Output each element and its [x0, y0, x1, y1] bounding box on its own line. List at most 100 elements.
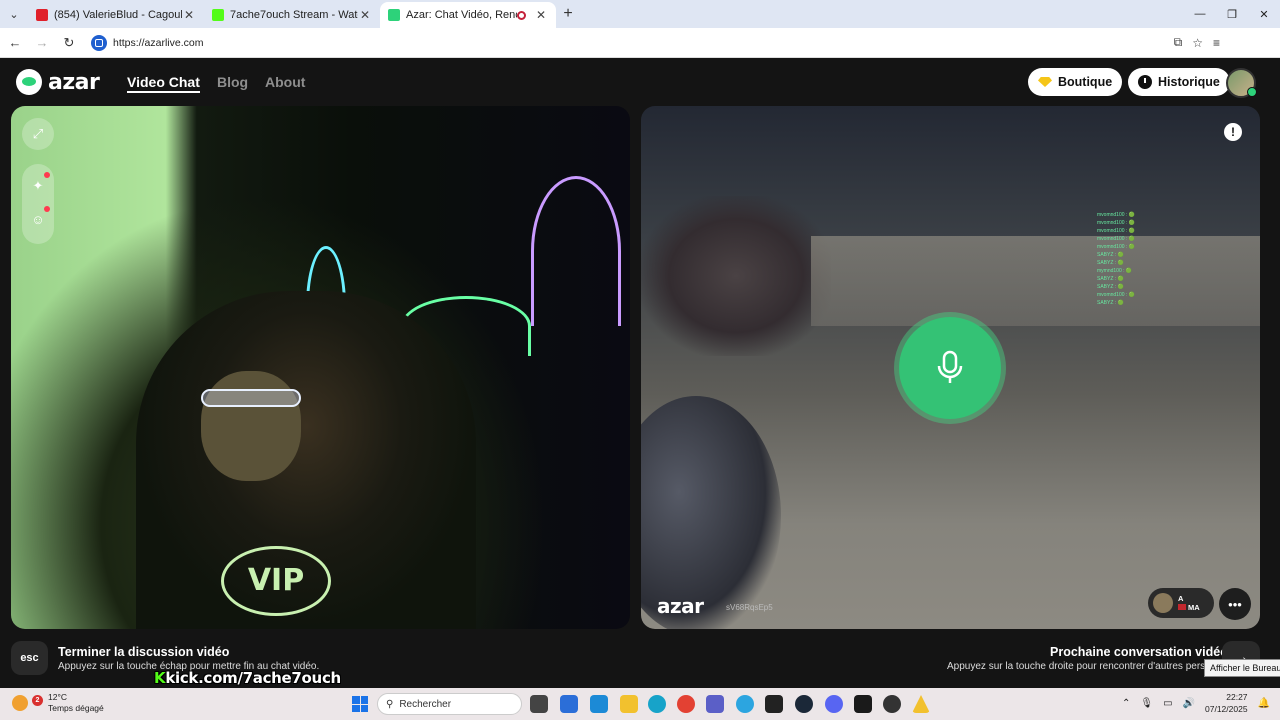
- kick-url: kick.com/7ache7ouch: [165, 669, 341, 687]
- obs-studio-icon[interactable]: [883, 695, 901, 713]
- time: 22:27: [1226, 692, 1248, 702]
- windows-taskbar: 2 12°C Temps dégagé ⚲ Rechercher ⌃ 🎙 ▭ 🔊…: [0, 688, 1280, 720]
- azar-top-nav: azar Video Chat Blog About Boutique Hist…: [0, 58, 1280, 106]
- tab-azar[interactable]: Azar: Chat Vidéo, Rencontr ✕: [380, 2, 556, 28]
- notification-icon[interactable]: 🔔: [1258, 698, 1270, 709]
- close-window-icon[interactable]: ✕: [1248, 8, 1280, 21]
- mic-button[interactable]: [899, 317, 1001, 419]
- sparkle-effects-icon[interactable]: ✦: [22, 178, 54, 194]
- microphone-icon: [937, 350, 963, 383]
- azar-page: azar Video Chat Blog About Boutique Hist…: [0, 58, 1280, 688]
- forward-icon[interactable]: →: [30, 35, 54, 50]
- bookmark-star-icon[interactable]: ☆: [1192, 36, 1203, 50]
- restore-icon[interactable]: ❐: [1216, 8, 1248, 21]
- blurred-car: [641, 196, 831, 356]
- microphone-tray-icon[interactable]: 🎙: [1140, 698, 1153, 709]
- azar-logo[interactable]: azar: [16, 69, 100, 95]
- expand-icon[interactable]: ⤢: [22, 118, 54, 150]
- nav-blog[interactable]: Blog: [217, 74, 248, 90]
- chat-line: mymnd100 : 🟢: [1097, 268, 1133, 274]
- edge-icon[interactable]: [648, 695, 666, 713]
- url-field[interactable]: https://azarlive.com: [113, 37, 203, 49]
- chat-line: mvomnd100 : 🟢: [1097, 228, 1135, 234]
- boutique-button[interactable]: Boutique: [1028, 68, 1123, 96]
- tray-expand-icon[interactable]: ⌃: [1122, 698, 1130, 709]
- reload-icon[interactable]: ↻: [57, 35, 81, 51]
- telegram-icon[interactable]: [736, 695, 754, 713]
- remote-video: ! mvomnd100 : 🟢 mvomnd100 : 🟢 mvomnd100 …: [641, 106, 1260, 629]
- azar-favicon-icon: [388, 9, 400, 21]
- volume-icon[interactable]: 🔊: [1183, 698, 1195, 709]
- obs-app-icon[interactable]: [854, 695, 872, 713]
- tab-kick-stream[interactable]: 7ache7ouch Stream - Watch Li ✕: [204, 2, 380, 28]
- tab-title: 7ache7ouch Stream - Watch Li: [230, 9, 358, 21]
- next-chat-subtitle: Appuyez sur la touche droite pour rencon…: [947, 661, 1207, 672]
- boutique-label: Boutique: [1058, 75, 1113, 89]
- chat-line: SABYZ : 🟢: [1097, 260, 1124, 266]
- hoodie-logo: VIP: [221, 546, 331, 616]
- tab-close-icon[interactable]: ✕: [358, 8, 372, 22]
- report-icon[interactable]: !: [1224, 123, 1242, 141]
- tab-close-icon[interactable]: ✕: [534, 8, 548, 22]
- tab-title: Azar: Chat Vidéo, Rencontr: [406, 9, 517, 21]
- new-tab-button[interactable]: +: [556, 5, 580, 23]
- chrome-icon[interactable]: [677, 695, 695, 713]
- warning-icon[interactable]: [912, 695, 930, 713]
- nav-video-chat[interactable]: Video Chat: [127, 74, 200, 93]
- stream-chat-overlay: mvomnd100 : 🟢 mvomnd100 : 🟢 mvomnd100 : …: [1097, 211, 1135, 307]
- discord-icon[interactable]: [825, 695, 843, 713]
- store-icon[interactable]: [560, 695, 578, 713]
- teams-icon[interactable]: [706, 695, 724, 713]
- back-icon[interactable]: ←: [3, 35, 27, 50]
- extensions-icon[interactable]: ≡: [1213, 36, 1220, 50]
- history-clock-icon: [1138, 75, 1152, 89]
- local-video: VIP ⤢ ✦ ☺: [11, 106, 630, 629]
- streamer-glasses: [201, 389, 301, 407]
- weather-badge: 2: [32, 695, 43, 706]
- esc-key-button[interactable]: esc: [11, 641, 48, 675]
- minimize-icon[interactable]: —: [1184, 8, 1216, 21]
- clock[interactable]: 22:27 07/12/2025: [1205, 691, 1248, 715]
- weather-description: Temps dégagé: [48, 703, 104, 713]
- capcut-icon[interactable]: [765, 695, 783, 713]
- install-app-icon[interactable]: ⧉: [1174, 35, 1183, 50]
- search-placeholder: Rechercher: [399, 698, 452, 710]
- address-bar: ← → ↻ https://azarlive.com ⧉ ☆ ≡: [0, 28, 1280, 58]
- blurred-wall: [811, 236, 1260, 326]
- partner-avatar: [1153, 593, 1173, 613]
- nav-about[interactable]: About: [265, 74, 305, 90]
- partner-info[interactable]: A MA: [1148, 588, 1214, 618]
- tab-valerieblud[interactable]: (854) ValerieBlud - Cagoulé pt2 ✕: [28, 2, 204, 28]
- face-mask-icon[interactable]: ☺: [22, 212, 54, 227]
- chat-line: SABYZ : 🟢: [1097, 300, 1124, 306]
- file-explorer-icon[interactable]: [620, 695, 638, 713]
- display-tray-icon[interactable]: ▭: [1163, 698, 1172, 709]
- steam-icon[interactable]: [795, 695, 813, 713]
- chat-bubble-icon[interactable]: •••: [1219, 588, 1251, 620]
- profile-badge-icon: [1247, 87, 1257, 97]
- remote-azar-watermark: azar: [657, 594, 704, 618]
- task-view-icon[interactable]: [530, 695, 548, 713]
- outlook-icon[interactable]: [590, 695, 608, 713]
- youtube-favicon-icon: [36, 9, 48, 21]
- site-info-icon[interactable]: [91, 34, 107, 51]
- recording-icon: [517, 10, 526, 20]
- tab-close-icon[interactable]: ✕: [182, 8, 196, 22]
- taskbar-search[interactable]: ⚲ Rechercher: [377, 693, 522, 715]
- temperature: 12°C: [48, 692, 67, 702]
- system-tray: ⌃ 🎙 ▭ 🔊 22:27 07/12/2025 🔔: [1122, 691, 1270, 715]
- chat-line: mvomnd100 : 🟢: [1097, 212, 1135, 218]
- next-chat-title: Prochaine conversation vidéo: [1050, 645, 1228, 659]
- show-desktop-tooltip: Afficher le Bureau: [1204, 659, 1280, 677]
- azar-logo-text: azar: [48, 69, 100, 95]
- mask-notification-dot: [44, 206, 50, 212]
- weather-widget[interactable]: 2 12°C Temps dégagé: [12, 692, 104, 714]
- kick-favicon-icon: [212, 9, 224, 21]
- historique-button[interactable]: Historique: [1128, 68, 1230, 96]
- tab-search-icon[interactable]: ⌄: [0, 0, 28, 28]
- windows-start-icon[interactable]: [352, 696, 368, 712]
- historique-label: Historique: [1158, 75, 1220, 89]
- chat-line: SABYZ : 🟢: [1097, 284, 1124, 290]
- azar-logo-icon: [16, 69, 42, 95]
- effects-notification-dot: [44, 172, 50, 178]
